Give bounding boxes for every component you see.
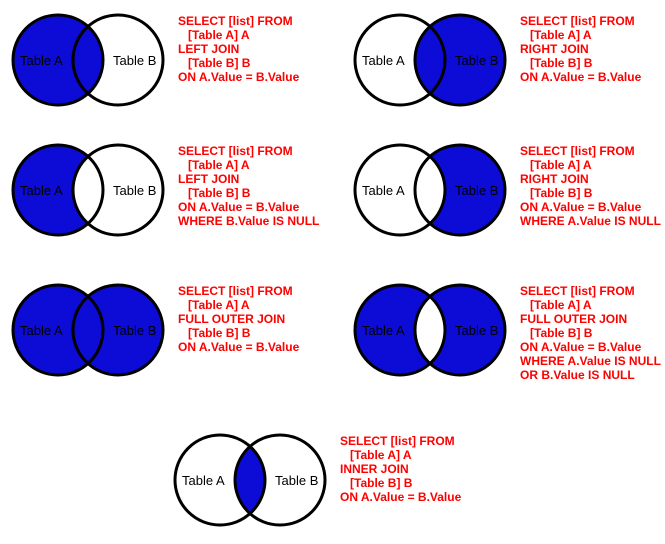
label-a: Table A: [362, 183, 405, 198]
label-b: Table B: [113, 183, 156, 198]
venn-left-join: Table A Table B: [8, 10, 168, 110]
sql-left-join: SELECT [list] FROM [Table A] A LEFT JOIN…: [178, 14, 299, 84]
sql-inner-join: SELECT [list] FROM [Table A] A INNER JOI…: [340, 434, 461, 504]
label-a: Table A: [182, 473, 225, 488]
venn-full-outer-excl: Table A Table B: [350, 280, 510, 380]
sql-right-join-excl: SELECT [list] FROM [Table A] A RIGHT JOI…: [520, 144, 661, 228]
inner-join-cell: Table A Table B SELECT [list] FROM [Tabl…: [170, 430, 461, 530]
sql-left-join-excl: SELECT [list] FROM [Table A] A LEFT JOIN…: [178, 144, 319, 228]
label-b: Table B: [455, 183, 498, 198]
sql-joins-diagram: Table A Table B SELECT [list] FROM [Tabl…: [0, 0, 665, 544]
full-outer-excl-cell: Table A Table B SELECT [list] FROM [Tabl…: [350, 280, 661, 382]
left-join-excl-cell: Table A Table B SELECT [list] FROM [Tabl…: [8, 140, 319, 240]
right-join-cell: Table A Table B SELECT [list] FROM [Tabl…: [350, 10, 641, 110]
label-b: Table B: [113, 323, 156, 338]
label-b: Table B: [455, 323, 498, 338]
label-a: Table A: [20, 53, 63, 68]
venn-right-join-excl: Table A Table B: [350, 140, 510, 240]
label-b: Table B: [113, 53, 156, 68]
right-join-excl-cell: Table A Table B SELECT [list] FROM [Tabl…: [350, 140, 661, 240]
label-a: Table A: [20, 183, 63, 198]
sql-full-outer: SELECT [list] FROM [Table A] A FULL OUTE…: [178, 284, 299, 354]
venn-full-outer: Table A Table B: [8, 280, 168, 380]
label-a: Table A: [362, 53, 405, 68]
venn-inner-join: Table A Table B: [170, 430, 330, 530]
label-b: Table B: [455, 53, 498, 68]
label-a: Table A: [20, 323, 63, 338]
venn-right-join: Table A Table B: [350, 10, 510, 110]
venn-left-join-excl: Table A Table B: [8, 140, 168, 240]
label-a: Table A: [362, 323, 405, 338]
sql-full-outer-excl: SELECT [list] FROM [Table A] A FULL OUTE…: [520, 284, 661, 382]
sql-right-join: SELECT [list] FROM [Table A] A RIGHT JOI…: [520, 14, 641, 84]
label-b: Table B: [275, 473, 318, 488]
full-outer-cell: Table A Table B SELECT [list] FROM [Tabl…: [8, 280, 299, 380]
left-join-cell: Table A Table B SELECT [list] FROM [Tabl…: [8, 10, 299, 110]
